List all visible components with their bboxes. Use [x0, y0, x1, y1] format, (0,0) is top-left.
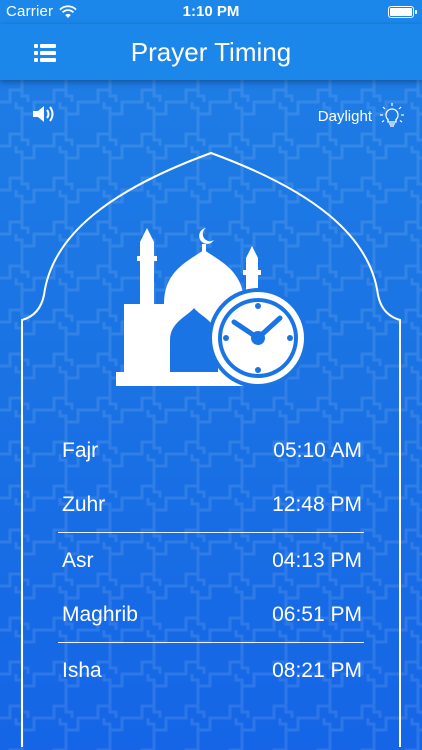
- prayer-row-asr[interactable]: Asr 04:13 PM: [58, 533, 364, 588]
- page-title: Prayer Timing: [130, 37, 292, 67]
- prayer-row-isha[interactable]: Isha 08:21 PM: [58, 643, 364, 698]
- battery-icon: [388, 6, 417, 18]
- prayer-time: 06:51 PM: [272, 603, 362, 626]
- nav-bar: Prayer Timing: [0, 24, 422, 80]
- prayer-list: Fajr 05:10 AM Zuhr 12:48 PM Asr 04:13 PM…: [58, 423, 364, 698]
- prayer-name: Maghrib: [62, 603, 138, 626]
- prayer-time: 08:21 PM: [272, 658, 362, 682]
- status-bar: Carrier 1:10 PM: [0, 0, 422, 24]
- prayer-row-maghrib[interactable]: Maghrib 06:51 PM: [58, 588, 364, 643]
- prayer-time: 12:48 PM: [272, 493, 362, 516]
- mosque-clock-icon: [116, 228, 308, 388]
- prayer-time: 05:10 AM: [273, 438, 362, 462]
- main-content: Daylight Fajr 05:10 AM Zuhr 12:48 PM Asr…: [0, 80, 422, 750]
- prayer-name: Fajr: [62, 438, 99, 462]
- prayer-time: 04:13 PM: [272, 548, 362, 572]
- prayer-name: Isha: [62, 658, 102, 682]
- prayer-name: Zuhr: [62, 493, 106, 516]
- prayer-name: Asr: [62, 548, 94, 572]
- status-time: 1:10 PM: [182, 3, 240, 20]
- prayer-row-zuhr[interactable]: Zuhr 12:48 PM: [58, 478, 364, 533]
- prayer-row-fajr[interactable]: Fajr 05:10 AM: [58, 423, 364, 478]
